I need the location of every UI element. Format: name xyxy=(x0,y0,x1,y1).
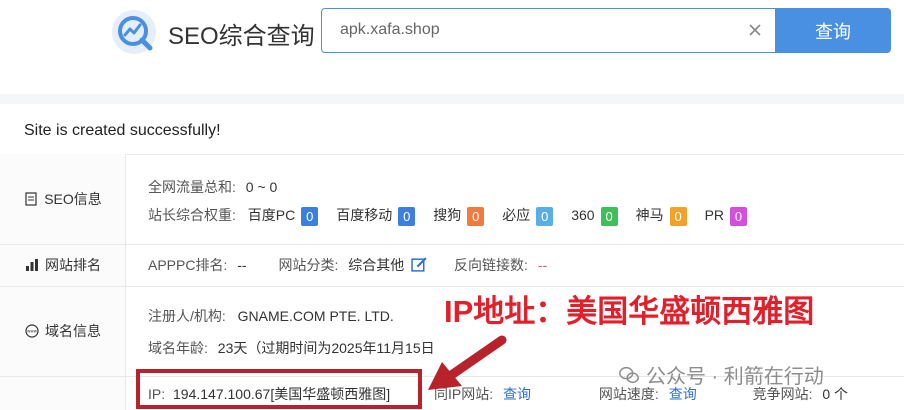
watermark-text: 公众号 · 利箭在行动 xyxy=(646,366,824,388)
backlinks-label: 反向链接数: xyxy=(454,257,528,273)
metric-badge: 0 xyxy=(730,206,748,226)
backlinks-value: -- xyxy=(537,257,548,273)
weight-metrics: 百度PC 0 百度移动 0 搜狗 0 必应 0 360 0 神马 0 PR 0 xyxy=(247,206,765,226)
annotation-arrow-icon xyxy=(428,335,507,390)
search-box[interactable] xyxy=(321,8,776,53)
weight-label: 站长综合权重: xyxy=(148,207,236,223)
registrant-value: GNAME.COM PTE. LTD. xyxy=(237,308,394,324)
weight-metric: 360 0 xyxy=(571,206,618,226)
metric-name: PR xyxy=(704,207,725,223)
domain-age-row: 域名年龄: 23天（过期时间为2025年11月15日 xyxy=(148,338,435,358)
seo-info-text: SEO信息 xyxy=(44,191,102,207)
weight-metric: 神马 0 xyxy=(635,206,687,226)
document-icon xyxy=(25,192,37,206)
weight-metric: 必应 0 xyxy=(502,206,554,226)
site-rank-text: 网站排名 xyxy=(45,257,101,273)
metric-name: 必应 xyxy=(502,207,531,223)
registrant-row: 注册人/机构: GNAME.COM PTE. LTD. xyxy=(148,306,394,326)
divider xyxy=(0,154,904,155)
metric-badge: 0 xyxy=(398,206,416,226)
weight-metric: 百度PC 0 xyxy=(247,206,319,226)
apppc-value: -- xyxy=(237,257,247,273)
www-globe-icon: www xyxy=(25,324,39,338)
metric-badge: 0 xyxy=(536,206,554,226)
site-rank-label: 网站排名 xyxy=(0,244,126,286)
registrant-label: 注册人/机构: xyxy=(148,308,226,324)
metric-name: 百度PC xyxy=(247,207,296,223)
site-rank-row: APPPC排名: -- 网站分类: 综合其他 反向链接数: -- xyxy=(148,255,547,275)
ip-highlight-box xyxy=(136,369,422,409)
annotation-text: IP地址：美国华盛顿西雅图 xyxy=(444,294,815,329)
age-label: 域名年龄: xyxy=(148,340,208,356)
weight-metric: 搜狗 0 xyxy=(433,206,485,226)
metric-badge: 0 xyxy=(467,206,485,226)
wechat-icon xyxy=(619,366,639,383)
age-value: 23天（过期时间为2025年11月15日 xyxy=(217,340,435,356)
metric-name: 360 xyxy=(571,207,595,223)
apppc-label: APPPC排名: xyxy=(148,257,228,273)
clear-icon[interactable] xyxy=(747,22,763,38)
metric-name: 神马 xyxy=(635,207,664,223)
domain-info-label: www 域名信息 xyxy=(0,286,126,376)
search-input[interactable] xyxy=(340,21,720,39)
status-message: Site is created successfully! xyxy=(24,122,221,139)
traffic-value: 0 ~ 0 xyxy=(245,179,278,195)
top-bar: SEO综合查询 查询 xyxy=(0,0,904,94)
metric-badge: 0 xyxy=(669,206,687,226)
bar-chart-icon xyxy=(26,259,38,271)
metric-name: 搜狗 xyxy=(433,207,462,223)
traffic-row: 全网流量总和: 0 ~ 0 xyxy=(148,177,277,197)
weight-metric: 百度移动 0 xyxy=(336,206,416,226)
svg-text:www: www xyxy=(27,329,38,334)
logo-text: SEO综合查询 xyxy=(168,23,315,50)
competitor-value: 0 个 xyxy=(822,386,849,402)
traffic-label: 全网流量总和: xyxy=(148,179,236,195)
seo-info-label: SEO信息 xyxy=(0,154,126,244)
metric-name: 百度移动 xyxy=(336,207,393,223)
metric-badge: 0 xyxy=(600,206,618,226)
search-button[interactable]: 查询 xyxy=(775,8,891,53)
category-label: 网站分类: xyxy=(278,257,339,273)
seo-logo-icon xyxy=(112,10,156,54)
domain-info-text: 域名信息 xyxy=(45,323,101,339)
weight-metric: PR 0 xyxy=(704,206,748,226)
category-value: 综合其他 xyxy=(348,257,405,273)
weight-row: 站长综合权重: 百度PC 0 百度移动 0 搜狗 0 必应 0 360 0 神马 0 PR 0 xyxy=(148,205,765,226)
watermark: 公众号 · 利箭在行动 xyxy=(618,360,824,389)
edit-icon[interactable] xyxy=(411,256,428,273)
metric-badge: 0 xyxy=(301,206,319,226)
divider xyxy=(0,244,904,245)
